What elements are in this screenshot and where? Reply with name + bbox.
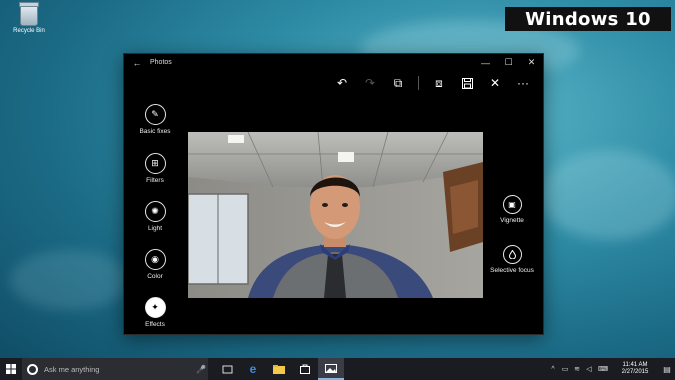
tool-label: Basic fixes (139, 128, 171, 135)
clock-date: 2/27/2015 (621, 369, 649, 375)
tool-effects[interactable]: ✦ Effects (124, 297, 186, 328)
search-box[interactable]: Ask me anything 🎤 (22, 358, 208, 380)
window-title: Photos (150, 59, 172, 66)
save-button[interactable] (453, 71, 481, 95)
portrait-photo (188, 132, 483, 298)
search-placeholder: Ask me anything (44, 364, 100, 374)
tool-label: Vignette (500, 217, 524, 224)
edge-browser-icon[interactable]: e (240, 358, 266, 380)
photo-canvas[interactable] (188, 132, 483, 298)
cortana-icon (27, 363, 38, 375)
tool-label: Color (147, 273, 163, 280)
tool-selective-focus[interactable]: Selective focus (481, 245, 543, 274)
start-button[interactable] (0, 358, 22, 380)
edit-toolbar: ↶ ↷ ⧉ ⧈ ✕ ··· (124, 71, 543, 95)
compare-button[interactable]: ⧉ (384, 71, 412, 95)
windows-10-badge: Windows 10 (505, 7, 671, 31)
tool-color[interactable]: ◉ Color (124, 249, 186, 280)
save-icon (461, 77, 473, 89)
cancel-button[interactable]: ✕ (481, 71, 509, 95)
maximize-button[interactable]: ☐ (497, 57, 520, 68)
wave-highlight (10, 250, 130, 310)
tool-label: Selective focus (490, 267, 534, 274)
minimize-button[interactable]: — (474, 58, 497, 68)
system-tray: ^ ▭ ≋ ◁ ⌨ 11:41 AM 2/27/2015 ▤ (547, 362, 675, 376)
action-center-icon[interactable]: ▤ (659, 365, 675, 374)
taskbar: Ask me anything 🎤 e ^ ▭ ≋ ◁ ⌨ 11:41 AM 2… (0, 358, 675, 380)
network-icon[interactable]: ▭ (559, 365, 571, 373)
clock[interactable]: 11:41 AM 2/27/2015 (611, 362, 659, 376)
sun-icon: ✺ (144, 201, 166, 222)
wand-icon: ✎ (144, 104, 166, 125)
more-button[interactable]: ··· (509, 71, 537, 95)
wifi-icon[interactable]: ≋ (571, 365, 583, 373)
redo-button[interactable]: ↷ (356, 71, 384, 95)
recycle-bin-icon (19, 2, 39, 26)
wave-highlight (540, 150, 675, 240)
tool-filters[interactable]: ⊞ Filters (124, 153, 186, 184)
vignette-icon: ▣ (502, 195, 522, 214)
back-button[interactable]: ← (124, 58, 150, 68)
clock-time: 11:41 AM (622, 362, 648, 368)
close-button[interactable]: ✕ (520, 57, 543, 68)
effects-icon: ✦ (144, 297, 166, 318)
volume-icon[interactable]: ◁ (583, 365, 595, 373)
pinned-apps: e (214, 358, 344, 380)
task-view-icon[interactable] (214, 358, 240, 380)
tool-vignette[interactable]: ▣ Vignette (481, 195, 543, 224)
chevron-up-icon[interactable]: ^ (547, 366, 559, 373)
microphone-icon[interactable]: 🎤 (194, 365, 208, 374)
photos-app-icon[interactable] (318, 358, 344, 380)
toolbar-divider (418, 76, 419, 90)
tool-label: Effects (145, 321, 165, 328)
recycle-bin[interactable]: Recycle Bin (4, 2, 54, 34)
tool-basic-fixes[interactable]: ✎ Basic fixes (124, 104, 186, 135)
windows-logo-icon (6, 364, 16, 374)
palette-icon: ◉ (144, 249, 166, 270)
recycle-bin-label: Recycle Bin (13, 28, 45, 34)
filter-icon: ⊞ (144, 153, 166, 174)
undo-button[interactable]: ↶ (328, 71, 356, 95)
store-icon[interactable] (292, 358, 318, 380)
file-explorer-icon[interactable] (266, 358, 292, 380)
title-bar: ← Photos — ☐ ✕ (124, 54, 543, 71)
tool-light[interactable]: ✺ Light (124, 201, 186, 232)
tool-label: Filters (146, 177, 164, 184)
drop-icon (502, 245, 522, 264)
tool-label: Light (147, 225, 163, 232)
keyboard-icon[interactable]: ⌨ (595, 365, 611, 373)
save-copy-button[interactable]: ⧈ (425, 71, 453, 95)
photos-window: ← Photos — ☐ ✕ ↶ ↷ ⧉ ⧈ ✕ ··· ✎ Basic fix… (123, 53, 544, 335)
